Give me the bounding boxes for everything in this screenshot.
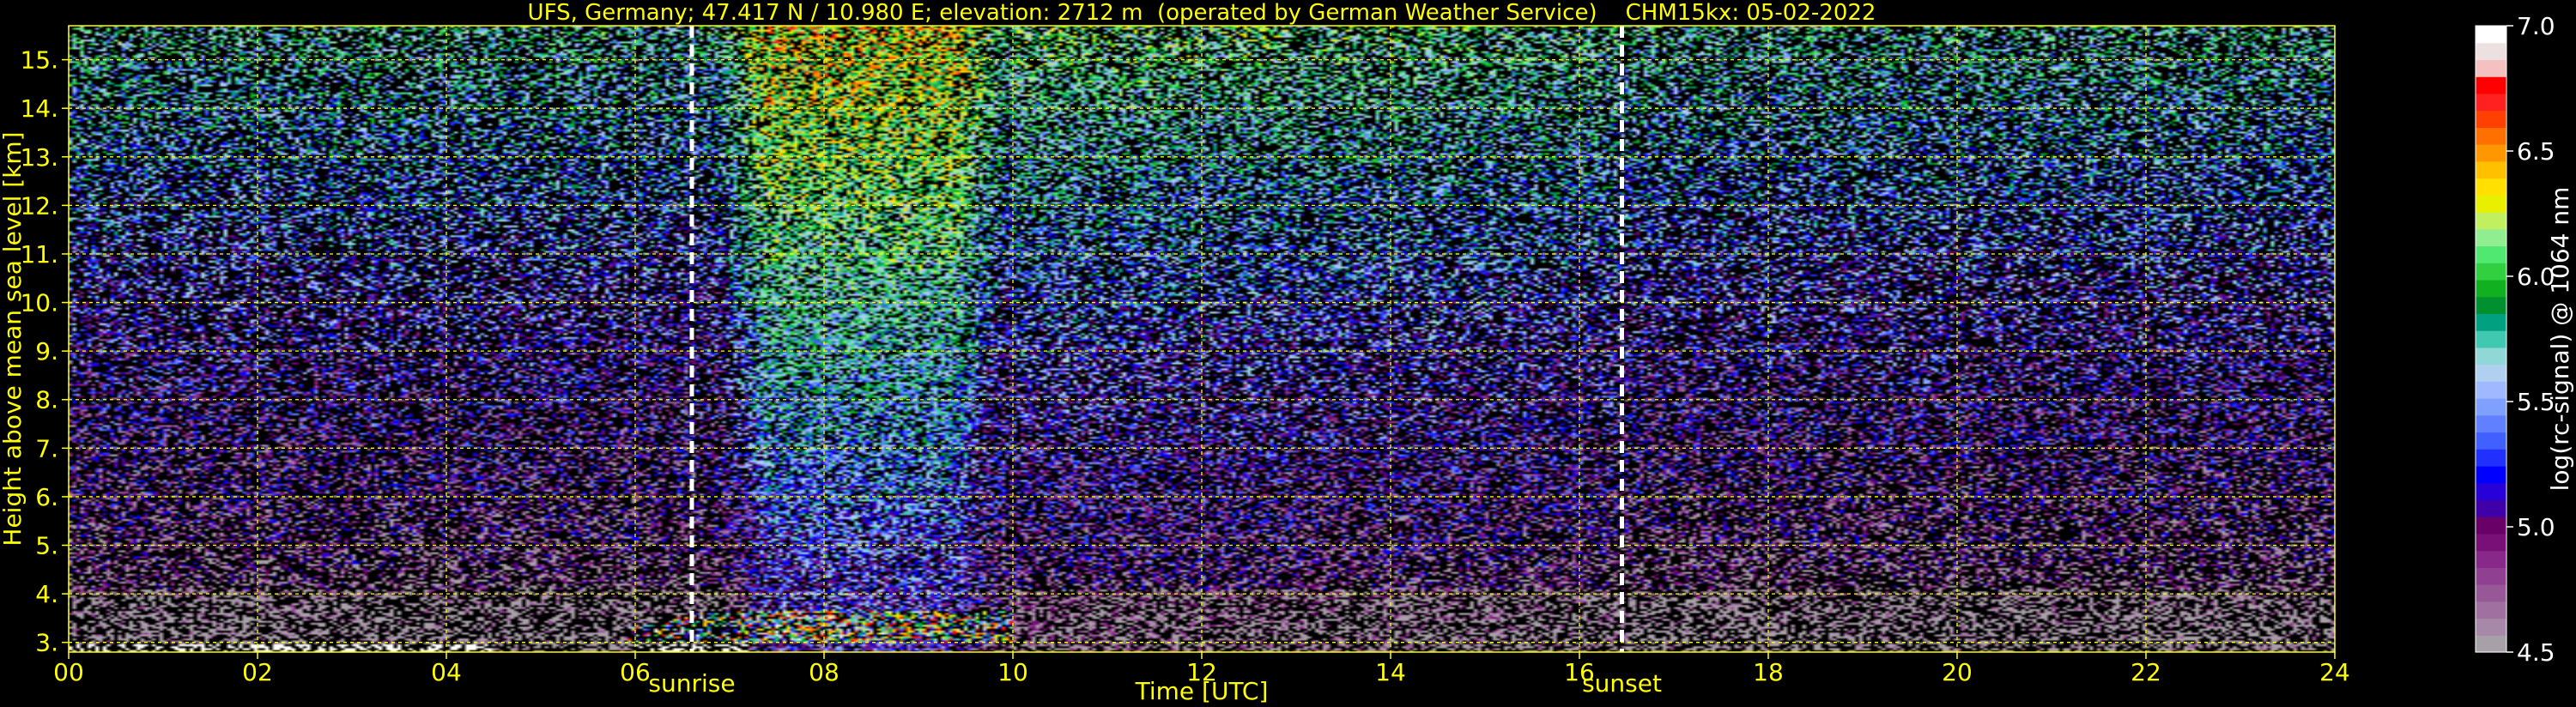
colorbar-swatch — [2476, 618, 2506, 636]
colorbar-tick-label: 7.0 — [2517, 12, 2555, 40]
colorbar-swatch — [2476, 482, 2506, 501]
colorbar-swatch — [2476, 110, 2506, 128]
y-tick-label: 9. — [35, 337, 58, 366]
colorbar-swatch — [2476, 160, 2506, 179]
y-tick-label: 3. — [35, 629, 58, 657]
y-tick-label: 8. — [35, 386, 58, 414]
colorbar-swatch — [2476, 533, 2506, 552]
colorbar-swatch — [2476, 245, 2506, 263]
x-axis-label: Time [UTC] — [1135, 677, 1269, 705]
colorbar-swatch — [2476, 228, 2506, 247]
colorbar-swatch — [2476, 263, 2506, 281]
colorbar-swatch — [2476, 59, 2506, 77]
colorbar-swatch — [2476, 601, 2506, 619]
x-tick-label: 20 — [1942, 658, 1973, 686]
y-tick-label: 6. — [35, 483, 58, 511]
colorbar-swatch — [2476, 127, 2506, 145]
y-tick-label: 5. — [35, 532, 58, 560]
x-tick-label: 00 — [53, 658, 84, 686]
sun-marker-label: sunrise — [648, 669, 735, 698]
colorbar-swatch — [2476, 42, 2506, 61]
colorbar-swatch — [2476, 313, 2506, 331]
sun-marker-label: sunset — [1582, 669, 1662, 698]
colorbar-swatch — [2476, 449, 2506, 467]
x-tick-label: 22 — [2131, 658, 2161, 686]
colorbar-swatch — [2476, 347, 2506, 366]
signal-raster — [69, 26, 2335, 652]
x-tick-label: 18 — [1753, 658, 1784, 686]
colorbar-swatch — [2476, 144, 2506, 162]
colorbar-swatch — [2476, 330, 2506, 348]
colorbar-swatch — [2476, 517, 2506, 535]
y-axis-label: Height above mean sea level [km] — [0, 131, 27, 546]
colorbar-swatch — [2476, 584, 2506, 602]
y-tick-label: 4. — [35, 580, 58, 608]
colorbar-swatch — [2476, 567, 2506, 585]
colorbar-swatch — [2476, 465, 2506, 484]
colorbar-swatch — [2476, 26, 2506, 44]
colorbar-swatch — [2476, 432, 2506, 450]
colorbar-swatch — [2476, 279, 2506, 298]
colorbar-swatch — [2476, 296, 2506, 315]
x-tick-label: 08 — [809, 658, 839, 686]
ceilometer-chart: 00 02 04 06 08 10 12 14 16 18 20 22 24 3.4.5.6.7.8.9… — [0, 0, 2576, 707]
colorbar-swatch — [2476, 381, 2506, 399]
colorbar-tick-label: 4.5 — [2517, 638, 2555, 667]
x-tick-label: 24 — [2319, 658, 2350, 686]
colorbar-tick-label: 5.0 — [2517, 513, 2555, 541]
plot-area — [68, 25, 2336, 653]
y-tick-label: 7. — [35, 434, 58, 462]
colorbar-swatches — [2476, 26, 2506, 653]
colorbar-swatch — [2476, 195, 2506, 213]
colorbar-swatch — [2476, 635, 2506, 653]
colorbar-swatch — [2476, 178, 2506, 196]
chart-title: UFS, Germany; 47.417 N / 10.980 E; eleva… — [528, 0, 1876, 26]
colorbar-swatch — [2476, 76, 2506, 94]
x-tick-label: 14 — [1375, 658, 1406, 686]
colorbar-swatch — [2476, 364, 2506, 382]
colorbar-label: log(rc-signal) @ 1064 nm — [2546, 187, 2574, 492]
colorbar-swatch — [2476, 93, 2506, 112]
colorbar-swatch — [2476, 212, 2506, 230]
colorbar-tick-label: 6.5 — [2517, 137, 2555, 166]
x-tick-label: 04 — [431, 658, 462, 686]
x-tick-label: 10 — [997, 658, 1028, 686]
signal-field — [69, 26, 2335, 652]
y-tick-label: 14. — [20, 94, 58, 123]
colorbar-swatch — [2476, 499, 2506, 517]
x-tick-label: 06 — [620, 658, 651, 686]
colorbar-swatch — [2476, 398, 2506, 416]
colorbar-swatch — [2476, 414, 2506, 433]
y-tick-label: 15. — [20, 46, 58, 75]
colorbar-swatch — [2476, 550, 2506, 568]
x-tick-label: 02 — [242, 658, 273, 686]
